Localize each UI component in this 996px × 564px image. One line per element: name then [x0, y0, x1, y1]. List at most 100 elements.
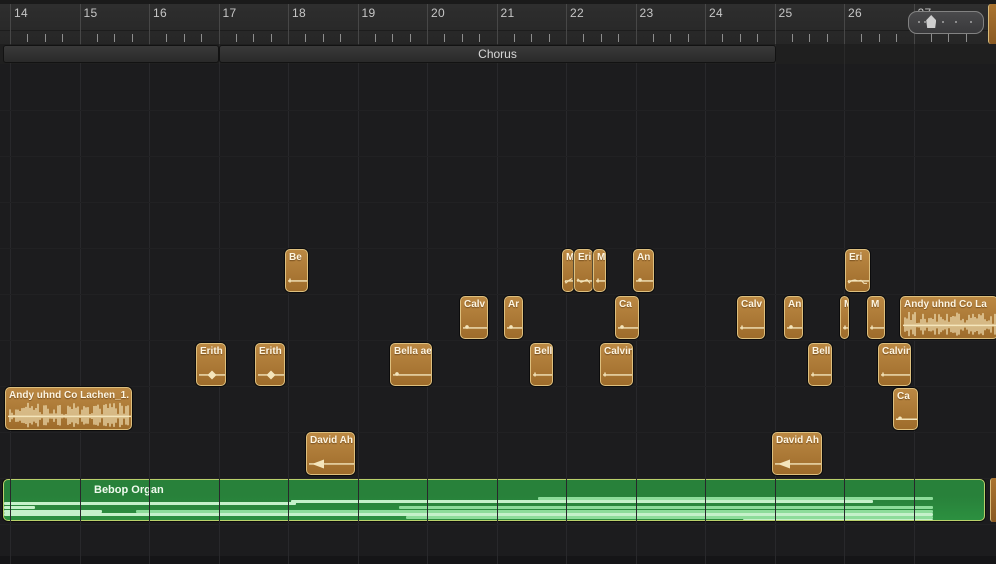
audio-region[interactable]: Calv	[737, 296, 765, 339]
audio-region[interactable]: David Ah	[306, 432, 355, 475]
track-row-separator	[0, 202, 996, 203]
ruler-beat-tick	[670, 34, 671, 42]
waveform	[461, 297, 488, 339]
ruler-beat-tick	[583, 34, 584, 42]
audio-region[interactable]: Bella ae	[390, 343, 432, 386]
ruler-beat-tick	[201, 34, 202, 42]
ruler-beat-tick	[792, 34, 793, 42]
ruler-beat-tick	[740, 34, 741, 42]
audio-region[interactable]: Erith	[255, 343, 285, 386]
track-row-separator	[0, 386, 996, 387]
ruler-beat-tick	[132, 34, 133, 42]
waveform	[846, 250, 870, 292]
ruler-beat-tick	[462, 34, 463, 42]
ruler-beat-tick	[45, 34, 46, 42]
audio-region[interactable]: M	[840, 296, 849, 339]
ruler-beat-tick	[444, 34, 445, 42]
zoom-slider-tick	[955, 21, 957, 23]
waveform	[197, 344, 226, 386]
midi-region-bebop-organ[interactable]: Bebop Organ	[3, 479, 985, 521]
ruler-beat-tick	[618, 34, 619, 42]
waveform	[6, 388, 132, 430]
zoom-slider-tick	[970, 21, 972, 23]
bar-number: 26	[848, 6, 862, 20]
midi-note	[743, 519, 933, 521]
clipped-region-fragment	[990, 478, 996, 522]
audio-region[interactable]: M	[562, 249, 574, 292]
waveform	[868, 297, 885, 339]
audio-region[interactable]: Calvin	[600, 343, 633, 386]
audio-region[interactable]: Ar	[504, 296, 523, 339]
arrangement-marker-chorus[interactable]: Chorus	[219, 45, 776, 63]
waveform	[601, 344, 633, 386]
bar-grid-line	[80, 64, 81, 564]
bar-number: 19	[362, 6, 376, 20]
audio-region[interactable]: Calv	[460, 296, 488, 339]
zoom-slider-tick	[918, 21, 920, 23]
audio-region[interactable]: An	[784, 296, 803, 339]
midi-note	[4, 506, 35, 509]
bar-grid-line	[705, 4, 706, 44]
ruler-beat-tick	[861, 34, 862, 42]
waveform	[634, 250, 654, 292]
zoom-slider-tick	[942, 21, 944, 23]
bar-grid-line	[10, 4, 11, 44]
waveform	[307, 433, 355, 475]
arrangement-track-row[interactable]: Chorus	[0, 44, 996, 65]
track-row-separator	[0, 156, 996, 157]
arrangement-marker[interactable]	[3, 45, 219, 63]
ruler-beat-tick	[236, 34, 237, 42]
waveform	[391, 344, 432, 386]
audio-region[interactable]: Eri	[574, 249, 593, 292]
bar-ruler[interactable]: 1415161718192021222324252627	[0, 0, 996, 45]
bar-number: 21	[501, 6, 515, 20]
bar-grid-line	[427, 64, 428, 564]
audio-region[interactable]: Calvin	[878, 343, 911, 386]
midi-note	[399, 506, 933, 509]
audio-region[interactable]: Be	[285, 249, 308, 292]
waveform	[594, 250, 606, 292]
ruler-beat-tick	[531, 34, 532, 42]
ruler-beat-tick	[514, 34, 515, 42]
bar-number: 23	[640, 6, 654, 20]
bar-number: 16	[153, 6, 167, 20]
audio-region[interactable]: M	[593, 249, 606, 292]
audio-region[interactable]: Erith	[196, 343, 226, 386]
bar-grid-line	[497, 4, 498, 44]
bar-grid-line	[497, 64, 498, 564]
audio-region[interactable]: Ca	[893, 388, 918, 430]
ruler-beat-tick	[931, 34, 932, 42]
audio-region[interactable]: An	[633, 249, 654, 292]
ruler-beat-tick	[271, 34, 272, 42]
audio-region[interactable]: Eri	[845, 249, 870, 292]
audio-region[interactable]: Ca	[615, 296, 639, 339]
ruler-beat-tick	[722, 34, 723, 42]
bar-number: 18	[292, 6, 306, 20]
clipped-region-fragment	[988, 4, 996, 44]
ruler-beat-tick	[27, 34, 28, 42]
bar-grid-line	[705, 64, 706, 564]
waveform	[286, 250, 308, 292]
zoom-slider-handle[interactable]	[926, 15, 936, 28]
bar-grid-line	[636, 4, 637, 44]
tracks-workspace[interactable]: Bebop Organ BeMEriMAnEriCalvArCaCalvAnMM…	[0, 64, 996, 564]
bar-grid-line	[358, 4, 359, 44]
ruler-beat-tick	[688, 34, 689, 42]
track-row-separator	[0, 110, 996, 111]
bar-number: 25	[779, 6, 793, 20]
bar-number: 22	[570, 6, 584, 20]
audio-region[interactable]: Andy uhnd Co La	[900, 296, 996, 339]
ruler-beat-tick	[392, 34, 393, 42]
arrangement-grid-line	[914, 44, 915, 64]
audio-region[interactable]: Bell	[808, 343, 832, 386]
bar-number: 17	[223, 6, 237, 20]
audio-region[interactable]: M	[867, 296, 885, 339]
audio-region[interactable]: Bell	[530, 343, 553, 386]
bar-number: 14	[14, 6, 28, 20]
audio-region[interactable]: David Ah	[772, 432, 822, 475]
audio-region[interactable]: Andy uhnd Co Lachen_1.	[5, 387, 132, 430]
zoom-slider[interactable]	[908, 11, 984, 34]
bar-grid-line	[219, 64, 220, 564]
ruler-beat-tick	[114, 34, 115, 42]
ruler-beat-tick	[340, 34, 341, 42]
